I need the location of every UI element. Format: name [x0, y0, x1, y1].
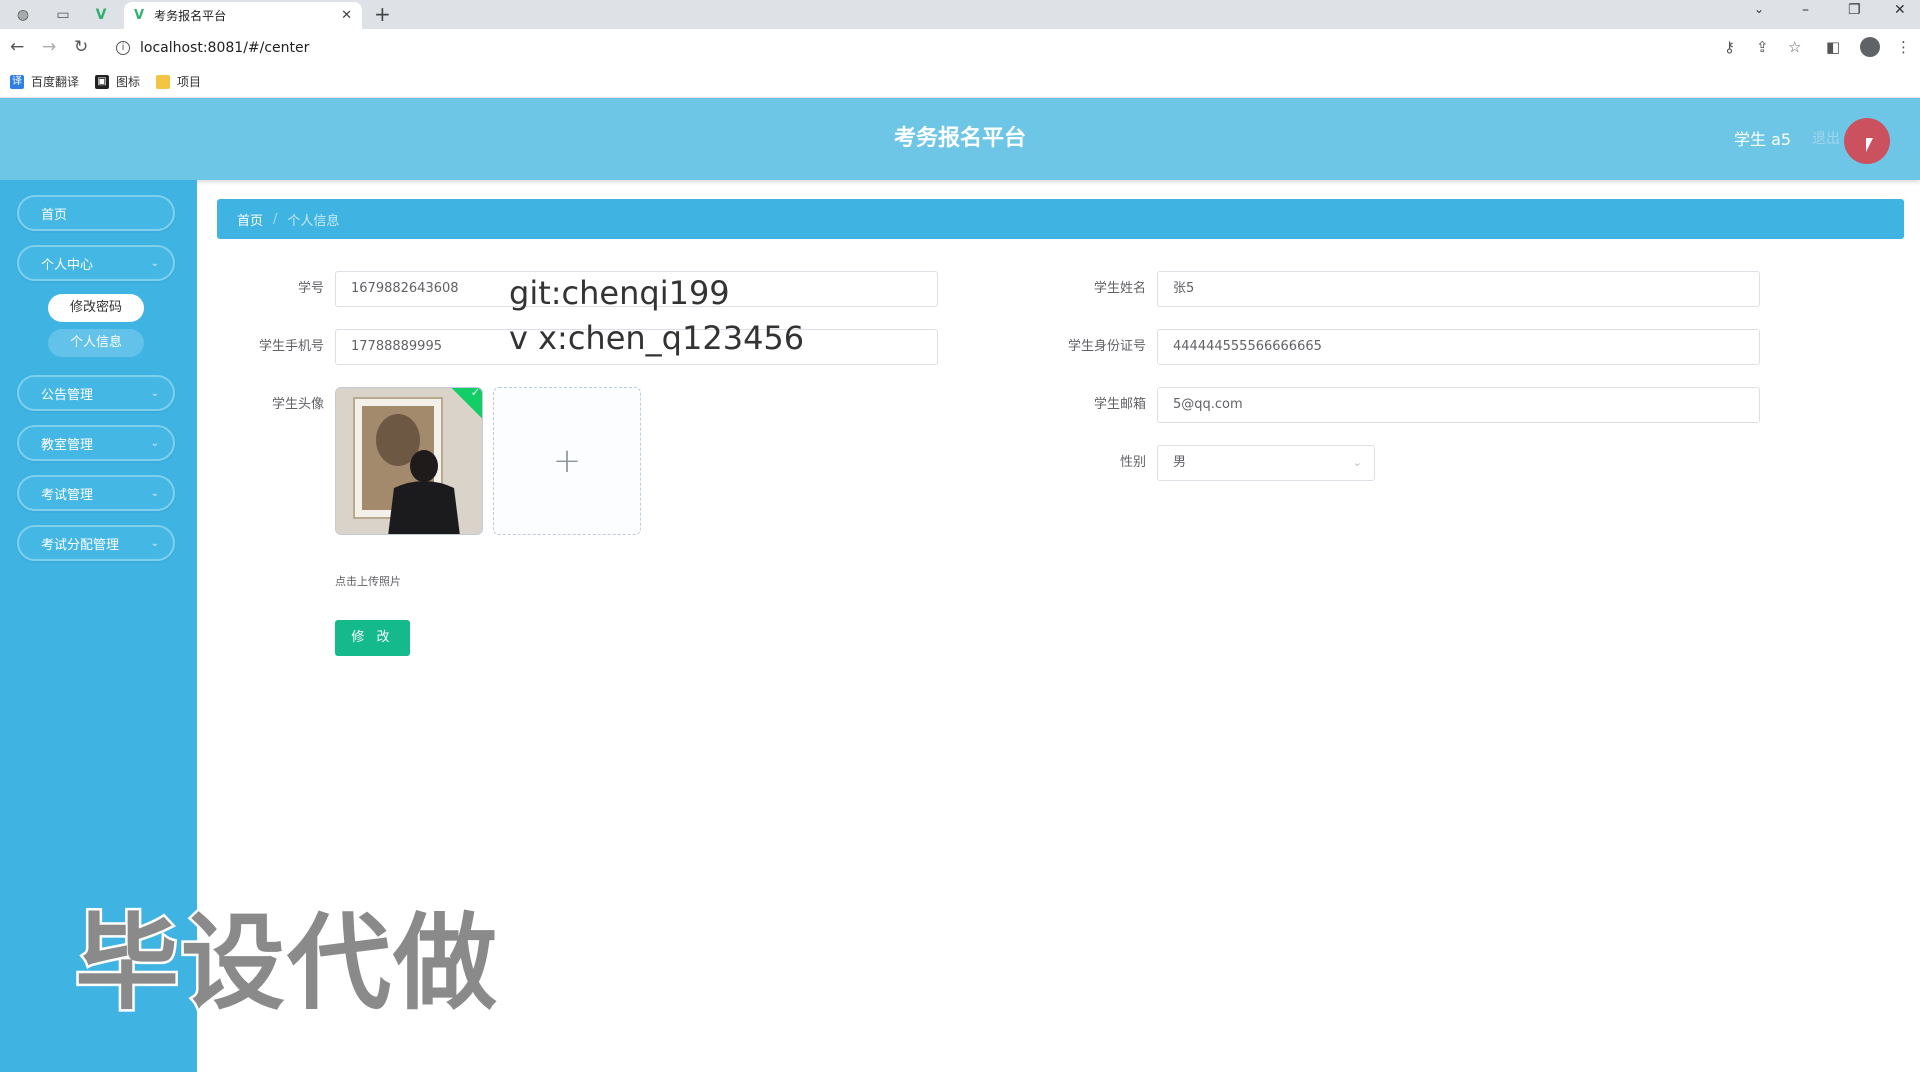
- new-tab-icon[interactable]: +: [374, 3, 391, 25]
- chevron-down-icon: ⌄: [150, 257, 159, 269]
- site-info-icon[interactable]: i: [116, 40, 130, 55]
- more-menu-icon[interactable]: ⋮: [1896, 38, 1911, 56]
- upload-add-button[interactable]: +: [493, 387, 641, 535]
- tab-search-icon[interactable]: ⌄: [1754, 2, 1764, 16]
- browser-tab-active[interactable]: V 考务报名平台 ✕: [124, 2, 362, 29]
- minimize-icon[interactable]: –: [1802, 2, 1809, 18]
- chevron-down-icon: ⌄: [150, 537, 159, 549]
- avatar-photo: [336, 388, 482, 534]
- globe-icon[interactable]: ◍: [6, 3, 40, 27]
- avatar-label: 学生头像: [271, 397, 324, 412]
- student-name-label: 学生姓名: [1093, 281, 1146, 296]
- overlay-wx-text: v x:chen_q123456: [509, 319, 805, 357]
- vue-favicon-icon: V: [134, 8, 145, 23]
- bookmark-star-icon[interactable]: ☆: [1788, 38, 1801, 56]
- share-icon[interactable]: ⇪: [1756, 38, 1769, 56]
- blank-tab-icon[interactable]: ▭: [46, 3, 80, 27]
- student-id-label: 学号: [297, 281, 324, 296]
- sidebar-item-label: 首页: [41, 207, 68, 223]
- breadcrumb: 首页 / 个人信息: [217, 199, 1904, 239]
- logout-button[interactable]: 退出: [1812, 128, 1840, 148]
- sidebar-item-label: 考试管理: [41, 487, 94, 503]
- bookmark-label: 图标: [116, 75, 141, 89]
- submenu-change-password[interactable]: 修改密码: [48, 294, 144, 322]
- id-card-field[interactable]: 444444555566666665: [1157, 329, 1760, 365]
- app-title: 考务报名平台: [893, 126, 1026, 151]
- translate-icon: 译: [10, 74, 24, 89]
- chevron-down-icon: ⌄: [150, 487, 159, 499]
- browser-address-bar: ← → ↻ i localhost:8081/#/center ⚷ ⇪ ☆ ◧ …: [0, 29, 1920, 66]
- profile-avatar-icon[interactable]: [1860, 37, 1880, 57]
- current-user: 学生 a5: [1734, 130, 1792, 149]
- breadcrumb-current: 个人信息: [287, 213, 340, 229]
- back-icon[interactable]: ←: [10, 37, 24, 57]
- bookmark-icons[interactable]: ▣ 图标: [95, 73, 140, 90]
- sidebar-item-label: 教室管理: [41, 437, 94, 453]
- sidebar-item-label: 考试分配管理: [41, 537, 120, 553]
- sidebar-item-label: 公告管理: [41, 387, 94, 403]
- student-name-field[interactable]: 张5: [1157, 271, 1760, 307]
- gender-value: 男: [1173, 455, 1187, 470]
- sidebar-item-exam-mgmt[interactable]: 考试管理 ⌄: [17, 475, 175, 511]
- email-label: 学生邮箱: [1093, 397, 1146, 412]
- gender-label: 性别: [1119, 455, 1146, 470]
- side-panel-icon[interactable]: ◧: [1826, 38, 1840, 56]
- sidebar-item-notice-mgmt[interactable]: 公告管理 ⌄: [17, 375, 175, 411]
- bookmark-label: 百度翻译: [31, 75, 80, 89]
- breadcrumb-home[interactable]: 首页: [237, 210, 263, 229]
- submit-button[interactable]: 修 改: [335, 620, 410, 656]
- chevron-down-icon: ⌄: [1352, 456, 1362, 469]
- sidebar-item-personal-center[interactable]: 个人中心 ⌄: [17, 245, 175, 281]
- email-field[interactable]: 5@qq.com: [1157, 387, 1760, 423]
- reload-icon[interactable]: ↻: [74, 37, 88, 57]
- avatar-image[interactable]: ✓: [335, 387, 483, 535]
- chevron-down-icon: ⌄: [150, 437, 159, 449]
- password-key-icon[interactable]: ⚷: [1724, 38, 1735, 56]
- phone-label: 学生手机号: [258, 339, 324, 354]
- forward-icon[interactable]: →: [42, 37, 56, 57]
- restore-icon[interactable]: ❐: [1848, 2, 1861, 18]
- submenu-personal-info[interactable]: 个人信息: [48, 329, 144, 357]
- watermark-text: 毕设代做: [72, 900, 500, 1027]
- window-close-icon[interactable]: ✕: [1894, 2, 1906, 18]
- browser-tab-bar: ◍ ▭ V V 考务报名平台 ✕ + ⌄ – ❐ ✕: [0, 0, 1920, 29]
- app-header: 考务报名平台 学生 a5 退出: [0, 98, 1920, 180]
- url-text: localhost:8081/#/center: [140, 39, 310, 56]
- bookmarks-bar: 译 百度翻译 ▣ 图标 项目: [0, 66, 1920, 98]
- bookmark-baidu-translate[interactable]: 译 百度翻译: [10, 73, 79, 90]
- tab-title: 考务报名平台: [154, 9, 227, 23]
- overlay-git-text: git:chenqi199: [509, 274, 730, 312]
- plus-icon: +: [552, 441, 582, 481]
- sidebar-item-label: 个人中心: [41, 257, 94, 273]
- gender-select[interactable]: 男 ⌄: [1157, 445, 1375, 481]
- bookmark-label: 项目: [177, 75, 202, 89]
- sidebar-item-exam-assign-mgmt[interactable]: 考试分配管理 ⌄: [17, 525, 175, 561]
- image-icon: ▣: [95, 74, 110, 89]
- chevron-down-icon: ⌄: [150, 387, 159, 399]
- sidebar-item-classroom-mgmt[interactable]: 教室管理 ⌄: [17, 425, 175, 461]
- breadcrumb-separator: /: [273, 211, 278, 227]
- folder-icon: [156, 74, 171, 89]
- close-tab-icon[interactable]: ✕: [341, 8, 352, 23]
- sidebar-item-home[interactable]: 首页: [17, 195, 175, 231]
- vue-tab-icon[interactable]: V: [84, 3, 118, 27]
- mouse-cursor-icon: [1866, 138, 1873, 152]
- check-icon: ✓: [470, 387, 480, 400]
- bookmark-project[interactable]: 项目: [156, 73, 201, 90]
- id-card-label: 学生身份证号: [1067, 339, 1146, 354]
- upload-tip: 点击上传照片: [335, 575, 401, 588]
- url-field[interactable]: i localhost:8081/#/center: [104, 34, 1804, 61]
